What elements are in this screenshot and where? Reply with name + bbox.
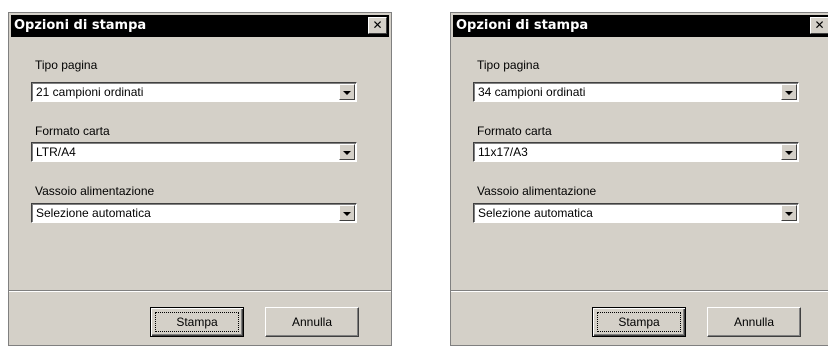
page-type-label: Tipo pagina [35, 58, 98, 72]
paper-format-value: LTR/A4 [36, 145, 76, 159]
paper-tray-value: Selezione automatica [36, 206, 151, 220]
close-button[interactable]: ✕ [810, 17, 828, 34]
title-bar: Opzioni di stampa ✕ [11, 15, 389, 37]
page-type-value: 21 campioni ordinati [36, 85, 144, 99]
paper-format-value: 11x17/A3 [478, 145, 528, 159]
cancel-button-label: Annulla [291, 315, 333, 329]
dropdown-arrow-icon[interactable] [781, 205, 797, 221]
print-button[interactable]: Stampa [150, 307, 244, 337]
print-button[interactable]: Stampa [592, 307, 686, 337]
close-button[interactable]: ✕ [368, 17, 387, 34]
page-type-select[interactable]: 21 campioni ordinati [31, 82, 357, 102]
separator [9, 290, 391, 292]
paper-tray-select[interactable]: Selezione automatica [473, 203, 799, 223]
paper-format-select[interactable]: LTR/A4 [31, 142, 357, 162]
dialog-title: Opzioni di stampa [14, 18, 147, 33]
paper-tray-label: Vassoio alimentazione [35, 184, 155, 198]
dropdown-arrow-icon[interactable] [781, 144, 797, 160]
close-icon: ✕ [372, 18, 383, 32]
dropdown-arrow-icon[interactable] [339, 84, 355, 100]
dialog-title: Opzioni di stampa [456, 18, 589, 33]
paper-format-select[interactable]: 11x17/A3 [473, 142, 799, 162]
separator [451, 290, 828, 292]
paper-tray-value: Selezione automatica [478, 206, 593, 220]
paper-format-label: Formato carta [477, 124, 552, 138]
dropdown-arrow-icon[interactable] [339, 205, 355, 221]
paper-format-label: Formato carta [35, 124, 110, 138]
cancel-button[interactable]: Annulla [707, 307, 801, 337]
title-bar: Opzioni di stampa ✕ [453, 15, 828, 37]
paper-tray-label: Vassoio alimentazione [477, 184, 597, 198]
dropdown-arrow-icon[interactable] [339, 144, 355, 160]
page-type-select[interactable]: 34 campioni ordinati [473, 82, 799, 102]
print-options-dialog-1: Opzioni di stampa ✕ Tipo pagina 21 campi… [8, 12, 392, 346]
print-options-dialog-2: Opzioni di stampa ✕ Tipo pagina 34 campi… [450, 12, 828, 346]
close-icon: ✕ [814, 18, 825, 32]
print-button-label: Stampa [618, 315, 660, 329]
paper-tray-select[interactable]: Selezione automatica [31, 203, 357, 223]
cancel-button[interactable]: Annulla [265, 307, 359, 337]
page-type-value: 34 campioni ordinati [478, 85, 586, 99]
page-type-label: Tipo pagina [477, 58, 540, 72]
print-button-label: Stampa [176, 315, 218, 329]
dropdown-arrow-icon[interactable] [781, 84, 797, 100]
cancel-button-label: Annulla [733, 315, 775, 329]
